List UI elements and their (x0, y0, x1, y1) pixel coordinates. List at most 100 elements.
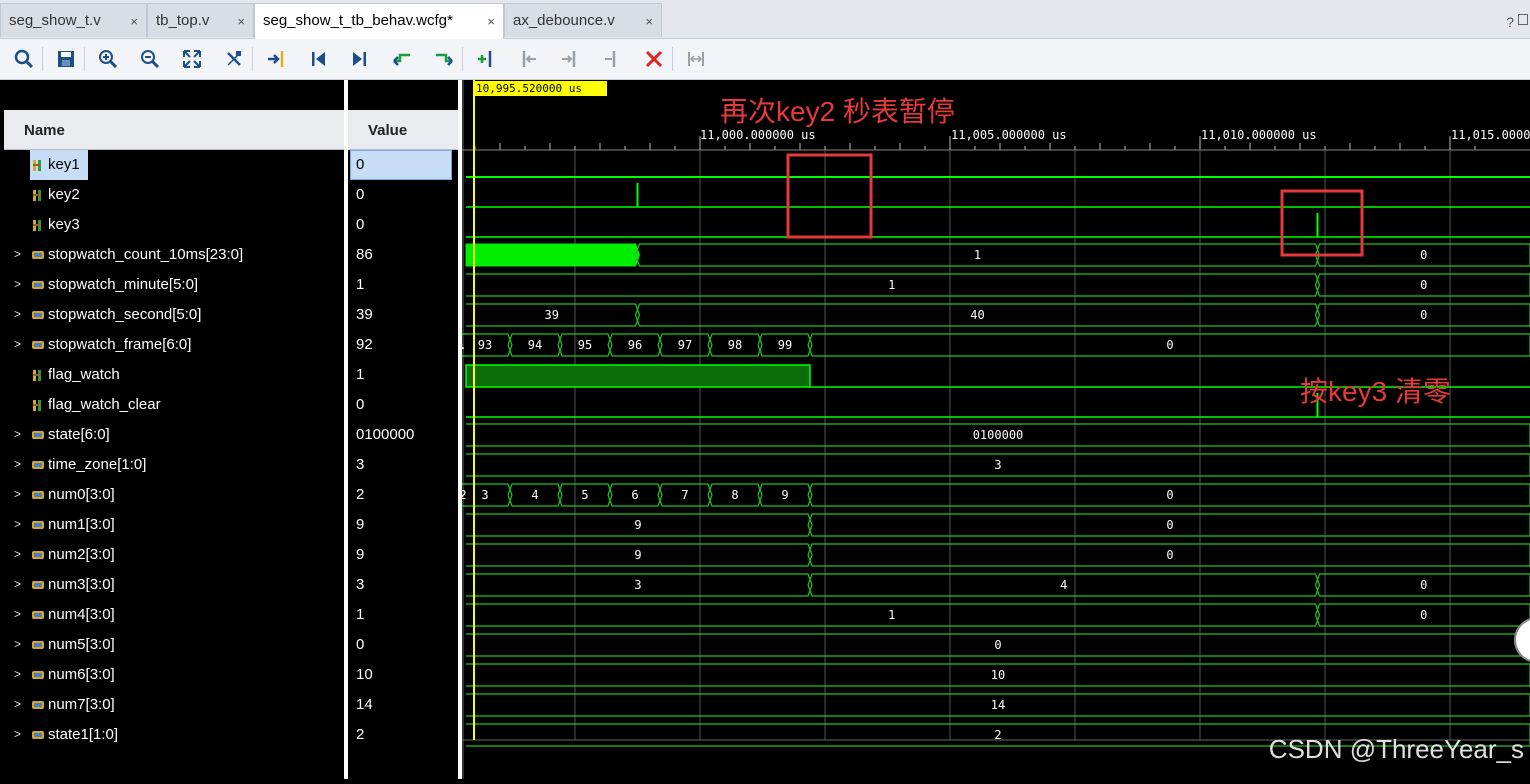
chevron-right-icon[interactable]: > (14, 487, 21, 501)
go-to-cursor-icon[interactable] (264, 47, 288, 71)
signal-row[interactable]: flag_watch_clear (0, 390, 344, 420)
name-column-header[interactable]: Name (4, 110, 344, 150)
bus-value-label: 3 (994, 458, 1001, 472)
search-icon[interactable] (12, 47, 36, 71)
signal-value-row[interactable]: 1 (348, 600, 458, 630)
signal-name: time_zone[1:0] (48, 456, 146, 473)
signal-value-row[interactable]: 39 (348, 300, 458, 330)
tab-seg-show-t-tb-behav-wcfg[interactable]: seg_show_t_tb_behav.wcfg* × (254, 3, 504, 39)
signal-row[interactable]: key2 (0, 180, 344, 210)
chevron-right-icon[interactable]: > (14, 637, 21, 651)
chevron-right-icon[interactable]: > (14, 457, 21, 471)
signal-row[interactable]: >num4[3:0] (0, 600, 344, 630)
zoom-out-icon[interactable] (138, 47, 162, 71)
signal-row[interactable]: >num2[3:0] (0, 540, 344, 570)
signal-value-row[interactable]: 3 (348, 450, 458, 480)
chevron-right-icon[interactable]: > (14, 247, 21, 261)
signal-row[interactable]: >stopwatch_minute[5:0] (0, 270, 344, 300)
signal-row[interactable]: > state[6:0] (0, 420, 344, 450)
signal-value-row[interactable]: 2 (348, 480, 458, 510)
signal-row[interactable]: > time_zone[1:0] (0, 450, 344, 480)
go-to-start-icon[interactable] (306, 47, 330, 71)
chevron-right-icon[interactable]: > (14, 337, 21, 351)
tab-ax-debounce[interactable]: ax_debounce.v × (504, 3, 662, 37)
restore-window-icon[interactable] (1518, 14, 1528, 25)
chevron-right-icon[interactable]: > (14, 667, 21, 681)
signal-value-row[interactable]: 0 (348, 150, 458, 180)
add-marker-icon[interactable] (474, 47, 498, 71)
signal-name: stopwatch_frame[6:0] (48, 336, 191, 353)
signal-value: 3 (356, 576, 364, 593)
signal-value-row[interactable]: 9 (348, 540, 458, 570)
signal-row[interactable]: >num5[3:0] (0, 630, 344, 660)
tab-tb-top[interactable]: tb_top.v × (147, 3, 254, 37)
bus-value-label: 9 (634, 518, 641, 532)
signal-value: 9 (356, 546, 364, 563)
bus-signal-icon (31, 488, 45, 502)
signal-value-row[interactable]: 0100000 (348, 420, 458, 450)
signal-value-row[interactable]: 92 (348, 330, 458, 360)
cursor-icon[interactable] (222, 47, 246, 71)
waveform-canvas[interactable]: 101039400.939495969798990010000032345678… (462, 80, 1530, 779)
zoom-fit-icon[interactable] (180, 47, 204, 71)
chevron-right-icon[interactable]: > (14, 547, 21, 561)
signal-row[interactable]: >stopwatch_second[5:0] (0, 300, 344, 330)
signal-row[interactable]: >num6[3:0] (0, 660, 344, 690)
chevron-right-icon[interactable]: > (14, 427, 21, 441)
zoom-in-icon[interactable] (96, 47, 120, 71)
close-icon[interactable]: × (237, 14, 245, 29)
swap-cursors-icon[interactable] (600, 47, 624, 71)
signal-row[interactable]: flag_watch (0, 360, 344, 390)
value-column-header[interactable]: Value (348, 110, 458, 150)
signal-value-row[interactable]: 1 (348, 270, 458, 300)
signal-value-row[interactable]: 0 (348, 210, 458, 240)
delete-icon[interactable] (642, 47, 666, 71)
close-icon[interactable]: × (487, 14, 495, 29)
signal-value: 0 (356, 636, 364, 653)
signal-row[interactable]: >num7[3:0] (0, 690, 344, 720)
signal-row[interactable]: >num3[3:0] (0, 570, 344, 600)
signal-name: state[6:0] (48, 426, 110, 443)
close-icon[interactable]: × (130, 14, 138, 29)
signal-value-row[interactable]: 0 (348, 180, 458, 210)
signal-row[interactable]: key1 (0, 150, 344, 180)
signal-row[interactable]: > stopwatch_frame[6:0] (0, 330, 344, 360)
signal-row[interactable]: key3 (0, 210, 344, 240)
signal-value-row[interactable]: 14 (348, 690, 458, 720)
help-icon[interactable]: ? (1506, 14, 1514, 30)
close-icon[interactable]: × (645, 14, 653, 29)
signal-value-row[interactable]: 1 (348, 360, 458, 390)
bus-value-label: 9 (781, 488, 788, 502)
next-transition-icon[interactable] (432, 47, 456, 71)
chevron-right-icon[interactable]: > (14, 517, 21, 531)
signal-value-row[interactable]: 2 (348, 720, 458, 750)
waveform-plot[interactable]: 101039400.939495969798990010000032345678… (462, 80, 1530, 779)
bus-value-label: 39 (545, 308, 559, 322)
go-to-end-icon[interactable] (348, 47, 372, 71)
signal-value-row[interactable]: 3 (348, 570, 458, 600)
chevron-right-icon[interactable]: > (14, 607, 21, 621)
signal-row[interactable]: >stopwatch_count_10ms[23:0] (0, 240, 344, 270)
signal-row[interactable]: >state1[1:0] (0, 720, 344, 750)
previous-marker-icon[interactable] (516, 47, 540, 71)
bus-value-label: 0 (1166, 338, 1173, 352)
chevron-right-icon[interactable]: > (14, 577, 21, 591)
previous-transition-icon[interactable] (390, 47, 414, 71)
chevron-right-icon[interactable]: > (14, 697, 21, 711)
bus-value-label: 0 (1166, 518, 1173, 532)
chevron-right-icon[interactable]: > (14, 727, 21, 741)
tab-seg-show-t[interactable]: seg_show_t.v × (0, 3, 147, 37)
signal-value-row[interactable]: 0 (348, 630, 458, 660)
signal-row[interactable]: >num1[3:0] (0, 510, 344, 540)
signal-row[interactable]: >num0[3:0] (0, 480, 344, 510)
chevron-right-icon[interactable]: > (14, 307, 21, 321)
chevron-right-icon[interactable]: > (14, 277, 21, 291)
signal-value-row[interactable]: 86 (348, 240, 458, 270)
signal-value-row[interactable]: 0 (348, 390, 458, 420)
next-marker-icon[interactable] (558, 47, 582, 71)
signal-value-row[interactable]: 10 (348, 660, 458, 690)
signal-value-row[interactable]: 9 (348, 510, 458, 540)
save-icon[interactable] (54, 47, 78, 71)
snap-icon[interactable] (684, 47, 708, 71)
bit-signal-icon (31, 368, 45, 382)
